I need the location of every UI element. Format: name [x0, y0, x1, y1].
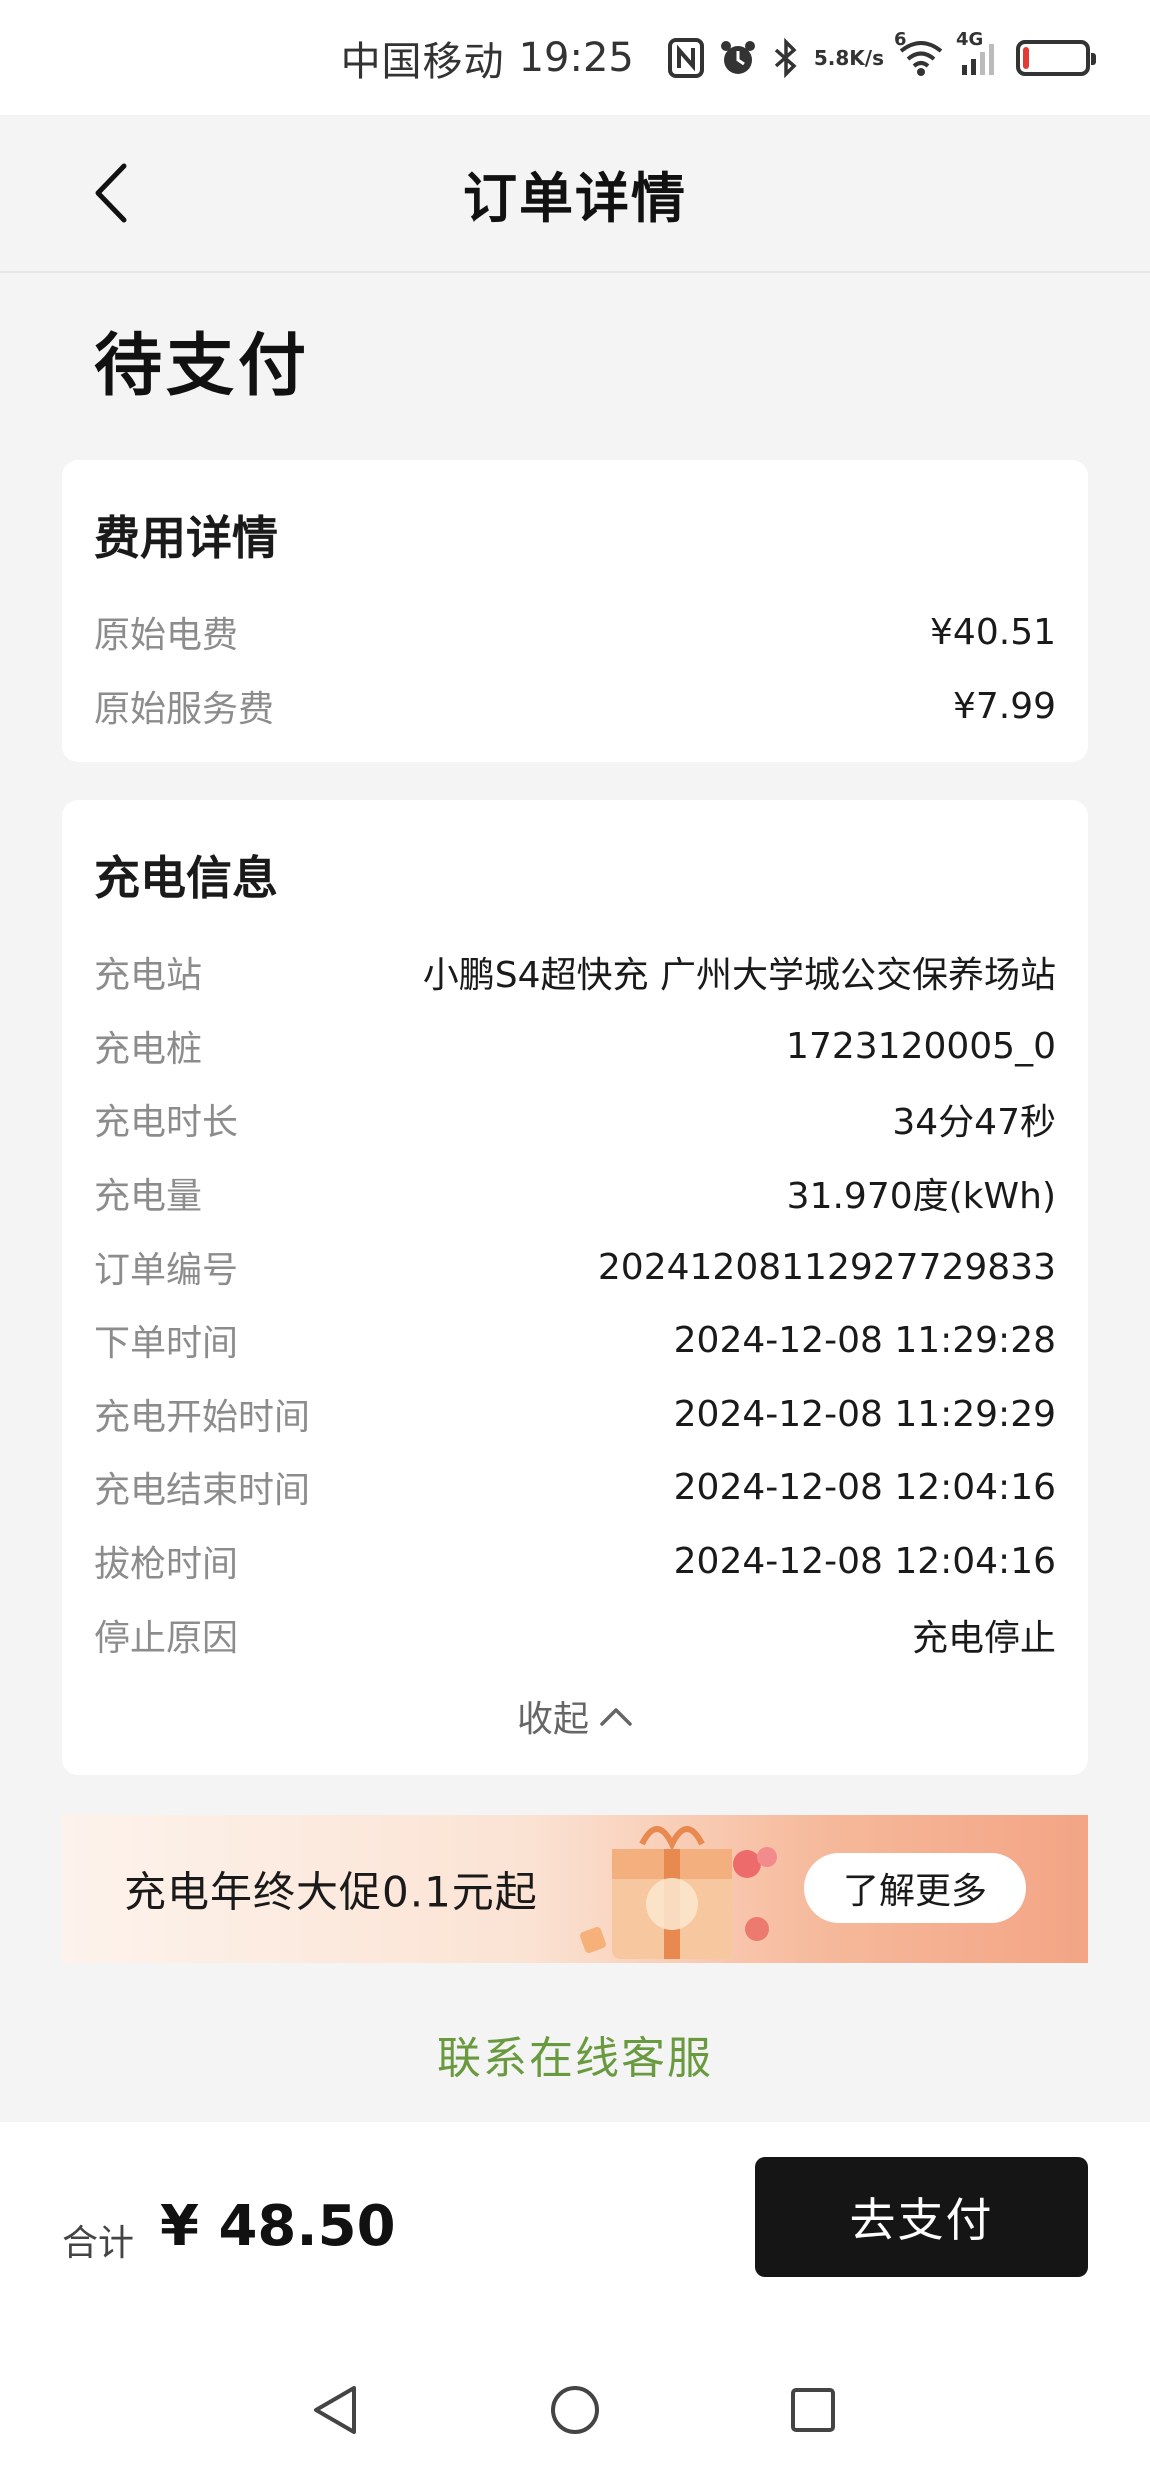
page-title: 订单详情 [463, 166, 687, 230]
bluetooth-icon [772, 37, 800, 78]
chevron-left-icon [95, 163, 127, 223]
cellular-signal-icon: 4G [956, 29, 1002, 77]
wifi-badge: 6 [894, 28, 907, 50]
info-row-value: 20241208112927729833 [597, 1246, 1056, 1288]
learn-more-button[interactable]: 了解更多 [804, 1853, 1026, 1923]
fee-row: 原始服务费 ¥7.99 [94, 680, 1056, 732]
carrier-name: 中国移动 [340, 38, 505, 85]
alarm-icon [718, 38, 758, 78]
speed-unit: K/s [849, 45, 884, 70]
speed-value: 5.8 [813, 45, 850, 70]
info-row: 下单时间 2024-12-08 11:29:28 [94, 1314, 1056, 1366]
info-row: 充电站 小鹏S4超快充 广州大学城公交保养场站 [94, 946, 1056, 998]
fee-row: 原始电费 ¥40.51 [94, 606, 1056, 658]
info-row: 订单编号 20241208112927729833 [94, 1241, 1056, 1293]
info-row-label: 充电结束时间 [94, 1470, 311, 1511]
fee-row-label: 原始服务费 [94, 689, 275, 730]
back-button[interactable] [80, 158, 140, 228]
info-row: 停止原因 充电停止 [94, 1609, 1056, 1661]
recents-square-icon[interactable] [788, 2382, 838, 2442]
info-row: 拔枪时间 2024-12-08 12:04:16 [94, 1535, 1056, 1587]
info-row-label: 停止原因 [94, 1618, 239, 1659]
payment-footer: 合计 ¥ 48.50 去支付 [0, 2122, 1150, 2490]
info-row-value: 34分47秒 [892, 1102, 1056, 1143]
fee-row-label: 原始电费 [94, 615, 239, 656]
contact-support-link[interactable]: 联系在线客服 [0, 2022, 1150, 2086]
info-row-value: 2024-12-08 11:29:28 [673, 1319, 1056, 1361]
info-row-label: 充电开始时间 [94, 1397, 311, 1438]
info-row-value: 1723120005_0 [786, 1025, 1056, 1067]
charge-info-card: 充电信息 充电站 小鹏S4超快充 广州大学城公交保养场站 充电桩 1723120… [62, 800, 1088, 1775]
wifi-icon: 6 [894, 29, 944, 77]
info-row-label: 订单编号 [94, 1250, 239, 1291]
status-bar: 中国移动 19:25 5.8 K/s 6 4G [0, 0, 1150, 115]
back-triangle-icon[interactable] [310, 2382, 360, 2442]
info-row-value: 小鹏S4超快充 广州大学城公交保养场站 [422, 955, 1056, 996]
info-row-value: 充电停止 [911, 1618, 1056, 1659]
banner-text: 充电年终大促0.1元起 [124, 1867, 538, 1917]
clock-time: 19:25 [518, 34, 634, 81]
info-row-label: 充电桩 [94, 1029, 203, 1070]
fee-row-value: ¥7.99 [952, 685, 1056, 727]
info-row: 充电量 31.970度(kWh) [94, 1167, 1056, 1219]
nav-bar: 订单详情 [0, 115, 1150, 273]
fee-details-card: 费用详情 原始电费 ¥40.51 原始服务费 ¥7.99 [62, 460, 1088, 762]
fee-row-value: ¥40.51 [930, 611, 1056, 653]
info-row-value: 2024-12-08 11:29:29 [673, 1393, 1056, 1435]
info-row-label: 下单时间 [94, 1323, 239, 1364]
home-circle-icon[interactable] [548, 2382, 602, 2442]
info-row-label: 充电量 [94, 1176, 203, 1217]
charge-info-title: 充电信息 [94, 851, 278, 905]
network-speed: 5.8 K/s [814, 48, 884, 68]
total-label: 合计 [62, 2223, 135, 2264]
collapse-button[interactable]: 收起 [62, 1690, 1088, 1742]
system-navigation-bar [0, 2382, 1150, 2472]
info-row: 充电桩 1723120005_0 [94, 1020, 1056, 1072]
info-row-value: 2024-12-08 12:04:16 [673, 1466, 1056, 1508]
promo-banner[interactable]: 充电年终大促0.1元起 了解更多 [62, 1815, 1088, 1963]
battery-icon [1016, 39, 1096, 76]
pay-button[interactable]: 去支付 [755, 2157, 1088, 2277]
info-row: 充电开始时间 2024-12-08 11:29:29 [94, 1388, 1056, 1440]
nfc-icon [667, 37, 704, 78]
collapse-label: 收起 [516, 1699, 589, 1740]
chevron-up-icon [600, 1708, 632, 1726]
order-status: 待支付 [94, 327, 311, 406]
gift-box-icon [580, 1826, 777, 1959]
info-row: 充电时长 34分47秒 [94, 1093, 1056, 1145]
network-type: 4G [956, 28, 984, 50]
info-row-label: 充电时长 [94, 1102, 239, 1143]
info-row: 充电结束时间 2024-12-08 12:04:16 [94, 1461, 1056, 1513]
info-row-value: 2024-12-08 12:04:16 [673, 1540, 1056, 1582]
total-amount: ¥ 48.50 [160, 2194, 396, 2259]
info-row-label: 充电站 [94, 955, 203, 996]
info-row-value: 31.970度(kWh) [786, 1176, 1056, 1217]
fee-details-title: 费用详情 [94, 511, 278, 565]
info-row-label: 拔枪时间 [94, 1544, 239, 1585]
